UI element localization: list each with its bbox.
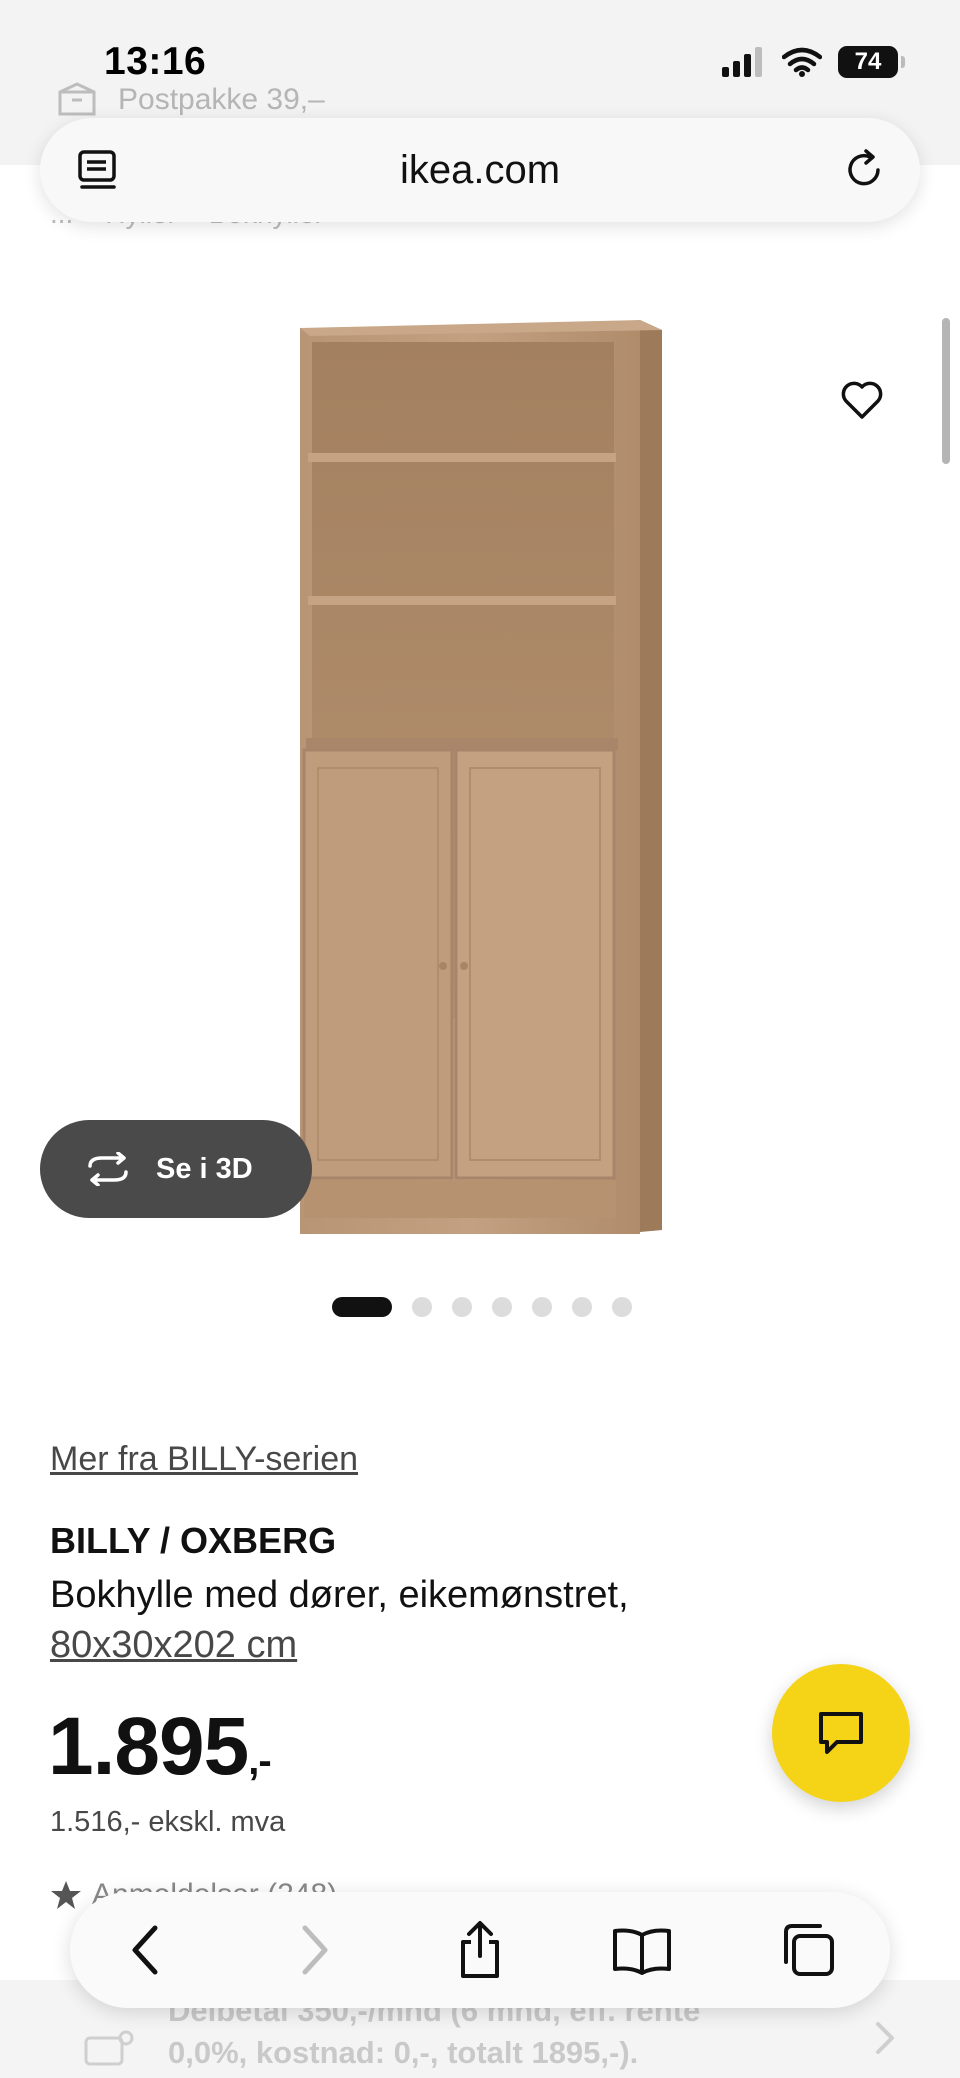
back-icon [132, 1925, 158, 1975]
product-price: 1.895,- [48, 1700, 272, 1794]
chevron-right-icon [876, 2022, 894, 2054]
price-value: 1.895 [48, 1701, 249, 1792]
gallery-pagination[interactable] [332, 1297, 632, 1317]
gallery-dot[interactable] [412, 1297, 432, 1317]
gallery-dot-active[interactable] [332, 1297, 392, 1317]
forward-icon [302, 1925, 328, 1975]
battery-indicator: 74 [838, 46, 905, 78]
status-icons: 74 [722, 46, 905, 78]
heart-icon [841, 381, 883, 419]
status-time: 13:16 [104, 40, 207, 83]
product-description: Bokhylle med dører, eikemønstret, 80x30x… [50, 1570, 770, 1670]
product-name: BILLY / OXBERG [50, 1520, 337, 1561]
product-image[interactable] [0, 290, 960, 1260]
gallery-dot[interactable] [612, 1297, 632, 1317]
back-button[interactable] [114, 1918, 178, 1982]
tabs-button[interactable] [776, 1918, 840, 1982]
bookmarks-button[interactable] [610, 1918, 674, 1982]
gallery-dot[interactable] [572, 1297, 592, 1317]
chat-icon [819, 1712, 863, 1754]
cellular-signal-icon [722, 47, 762, 77]
tabs-icon [784, 1924, 834, 1976]
status-bar: 13:16 74 [0, 0, 960, 110]
reload-icon[interactable] [842, 148, 886, 192]
rotate-3d-icon [88, 1152, 128, 1186]
gallery-dot[interactable] [452, 1297, 472, 1317]
share-button[interactable] [448, 1918, 512, 1982]
star-icon [51, 1881, 81, 1909]
installment-line-2: 0,0%, kostnad: 0,-, totalt 1895,-). [168, 2035, 639, 2070]
address-bar[interactable]: ikea.com [40, 118, 920, 222]
price-excl-vat: 1.516,- ekskl. mva [50, 1806, 286, 1838]
chat-button[interactable] [772, 1664, 910, 1802]
bookmarks-icon [613, 1928, 671, 1975]
series-link[interactable]: Mer fra BILLY-serien [50, 1440, 358, 1479]
browser-toolbar [70, 1892, 890, 2008]
favorite-button[interactable] [830, 368, 894, 432]
forward-button[interactable] [282, 1918, 346, 1982]
see-3d-label: Se i 3D [156, 1152, 253, 1185]
url-text[interactable]: ikea.com [400, 148, 560, 193]
product-description-text: Bokhylle med dører, eikemønstret, [50, 1574, 629, 1616]
gallery-dot[interactable] [492, 1297, 512, 1317]
reader-icon[interactable] [76, 148, 120, 192]
payment-icon [84, 2030, 134, 2066]
share-icon [461, 1921, 499, 1978]
wifi-icon [782, 47, 822, 77]
see-3d-button[interactable]: Se i 3D [40, 1120, 312, 1218]
gallery-dot[interactable] [532, 1297, 552, 1317]
product-dimensions-link[interactable]: 80x30x202 cm [50, 1624, 297, 1666]
price-suffix: ,- [248, 1739, 271, 1783]
